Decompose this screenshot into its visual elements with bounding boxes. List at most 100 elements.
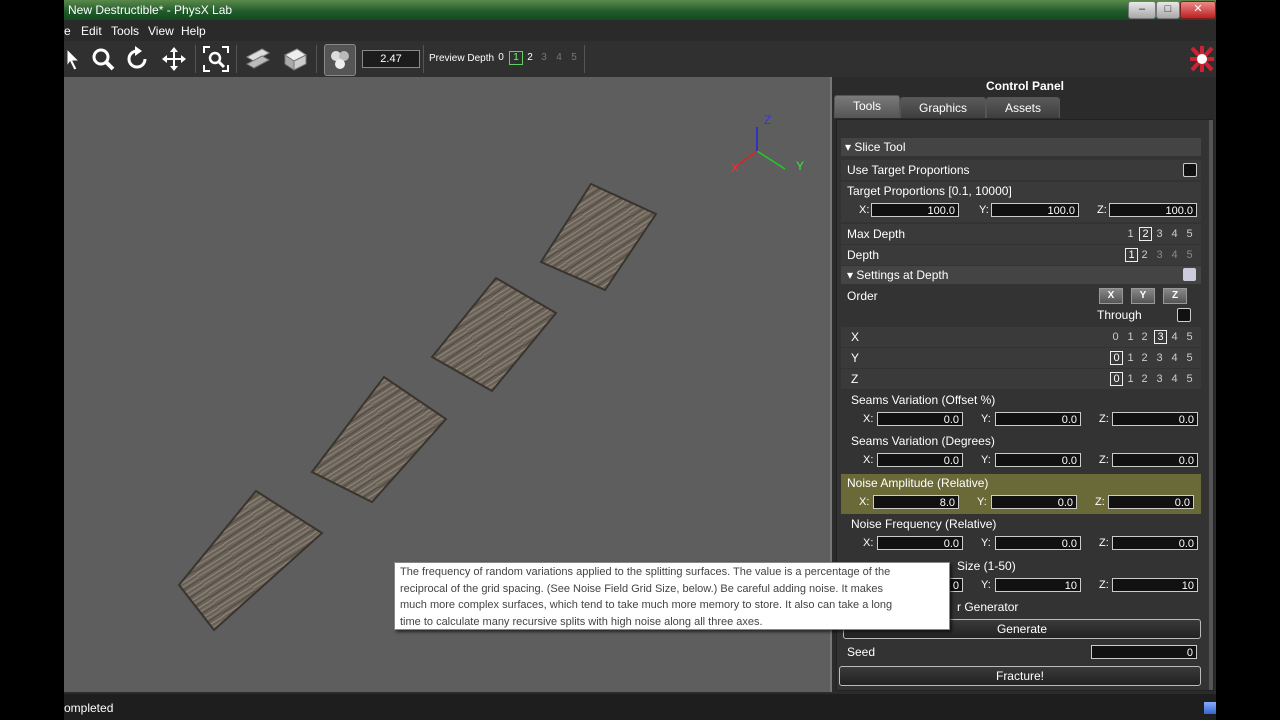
preview-depth-0[interactable]: 0 (495, 52, 507, 63)
simulate-button[interactable] (324, 44, 356, 76)
zoom-tool-button[interactable] (88, 44, 118, 74)
max-depth-4[interactable]: 4 (1169, 228, 1180, 240)
axis-row-x: X 0 1 2 3 4 5 (841, 327, 1201, 347)
noise-amplitude-row: Noise Amplitude (Relative) X: 8.0 Y: 0.0… (841, 474, 1201, 514)
target-z-field[interactable]: 100.0 (1109, 203, 1197, 217)
x-split-4[interactable]: 4 (1169, 331, 1180, 343)
x-split-0[interactable]: 0 (1110, 331, 1121, 343)
seams-degrees-z-field[interactable]: 0.0 (1112, 453, 1198, 467)
chunk-view-button[interactable] (280, 44, 310, 74)
order-z-button[interactable]: Z (1163, 288, 1187, 304)
seams-offset-x-field[interactable]: 0.0 (877, 412, 963, 426)
wood-plank-chunk-1[interactable] (177, 489, 324, 632)
max-depth-1[interactable]: 1 (1125, 228, 1136, 240)
y-split-0[interactable]: 0 (1110, 351, 1123, 365)
z-split-1[interactable]: 1 (1125, 373, 1136, 385)
seams-degrees-x-field[interactable]: 0.0 (877, 453, 963, 467)
seams-degrees-label: Seams Variation (Degrees) (851, 434, 995, 448)
order-row: Order X Y Z Through (841, 286, 1201, 326)
seed-field[interactable]: 0 (1091, 645, 1197, 659)
wood-plank-chunk-2[interactable] (310, 375, 448, 504)
tab-tools[interactable]: Tools (834, 95, 900, 118)
max-depth-5[interactable]: 5 (1184, 228, 1195, 240)
explode-view-button[interactable] (243, 44, 273, 74)
x-split-2[interactable]: 2 (1139, 331, 1150, 343)
grid-size-y-label: Y: (981, 579, 991, 591)
depth-5[interactable]: 5 (1184, 249, 1195, 261)
noise-amplitude-y-field[interactable]: 0.0 (991, 495, 1077, 509)
preview-depth-4[interactable]: 4 (553, 52, 565, 63)
preview-depth-2[interactable]: 2 (524, 52, 536, 63)
toolbar-separator (423, 45, 424, 73)
resize-grip-icon[interactable] (1204, 702, 1216, 714)
y-split-3[interactable]: 3 (1154, 352, 1165, 364)
target-z-label: Z: (1097, 204, 1107, 216)
noise-frequency-z-label: Z: (1099, 537, 1109, 549)
depth-1[interactable]: 1 (1125, 248, 1138, 262)
settings-options-icon[interactable] (1183, 268, 1196, 281)
x-split-3[interactable]: 3 (1154, 330, 1167, 344)
menu-edit[interactable]: Edit (81, 24, 102, 38)
z-split-3[interactable]: 3 (1154, 373, 1165, 385)
panel-scrollbar[interactable] (1209, 120, 1213, 690)
tab-assets[interactable]: Assets (986, 97, 1060, 118)
max-depth-2[interactable]: 2 (1139, 227, 1152, 241)
grid-size-z-field[interactable]: 10 (1112, 578, 1198, 592)
minimize-button[interactable]: – (1128, 1, 1156, 19)
y-split-5[interactable]: 5 (1184, 352, 1195, 364)
menu-view[interactable]: View (148, 24, 174, 38)
rotate-tool-button[interactable] (122, 44, 152, 74)
move-tool-button[interactable] (159, 44, 189, 74)
use-target-proportions-checkbox[interactable] (1183, 163, 1197, 177)
tab-graphics[interactable]: Graphics (900, 97, 986, 118)
grid-size-y-field[interactable]: 10 (995, 578, 1081, 592)
close-button[interactable]: ✕ (1180, 1, 1216, 19)
x-split-1[interactable]: 1 (1125, 331, 1136, 343)
seams-offset-x-label: X: (863, 413, 874, 425)
z-split-2[interactable]: 2 (1139, 373, 1150, 385)
depth-2[interactable]: 2 (1139, 249, 1150, 261)
z-split-0[interactable]: 0 (1110, 372, 1123, 386)
wood-plank-chunk-3[interactable] (430, 276, 558, 393)
menu-tools[interactable]: Tools (111, 24, 139, 38)
preview-depth-3[interactable]: 3 (538, 52, 550, 63)
order-x-button[interactable]: X (1099, 288, 1123, 304)
y-split-1[interactable]: 1 (1125, 352, 1136, 364)
axis-gizmo: X Y Z (731, 113, 804, 175)
noise-frequency-y-field[interactable]: 0.0 (995, 536, 1081, 550)
gizmo-x-label: X (731, 161, 739, 175)
menu-help[interactable]: Help (181, 24, 206, 38)
order-y-button[interactable]: Y (1131, 288, 1155, 304)
y-split-2[interactable]: 2 (1139, 352, 1150, 364)
slice-tool-label: ▾ Slice Tool (845, 140, 906, 154)
noise-amplitude-x-field[interactable]: 8.0 (873, 495, 959, 509)
target-x-field[interactable]: 100.0 (871, 203, 959, 217)
x-split-5[interactable]: 5 (1184, 331, 1195, 343)
fracture-button[interactable]: Fracture! (839, 666, 1201, 686)
seams-degrees-y-field[interactable]: 0.0 (995, 453, 1081, 467)
noise-amplitude-z-field[interactable]: 0.0 (1108, 495, 1194, 509)
preview-depth-5[interactable]: 5 (568, 52, 580, 63)
max-depth-3[interactable]: 3 (1154, 228, 1165, 240)
seams-offset-z-field[interactable]: 0.0 (1112, 412, 1198, 426)
settings-at-depth-header[interactable]: ▾ Settings at Depth (841, 266, 1201, 284)
depth-3[interactable]: 3 (1154, 249, 1165, 261)
through-checkbox[interactable] (1177, 308, 1191, 322)
zoom-extents-button[interactable] (201, 44, 231, 74)
depth-4[interactable]: 4 (1169, 249, 1180, 261)
z-split-5[interactable]: 5 (1184, 373, 1195, 385)
slice-tool-header[interactable]: ▾ Slice Tool (841, 138, 1201, 156)
noise-frequency-x-label: X: (863, 537, 874, 549)
preview-depth-1[interactable]: 1 (509, 51, 523, 65)
select-tool-button[interactable] (64, 44, 82, 74)
noise-frequency-x-field[interactable]: 0.0 (877, 536, 963, 550)
seams-offset-y-field[interactable]: 0.0 (995, 412, 1081, 426)
menu-file[interactable]: e (64, 24, 71, 38)
wood-plank-chunk-4[interactable] (539, 182, 658, 292)
noise-frequency-z-field[interactable]: 0.0 (1112, 536, 1198, 550)
z-split-4[interactable]: 4 (1169, 373, 1180, 385)
y-split-4[interactable]: 4 (1169, 352, 1180, 364)
sim-speed-field[interactable]: 2.47 (362, 50, 420, 68)
maximize-button[interactable]: □ (1156, 1, 1180, 19)
target-y-field[interactable]: 100.0 (991, 203, 1079, 217)
